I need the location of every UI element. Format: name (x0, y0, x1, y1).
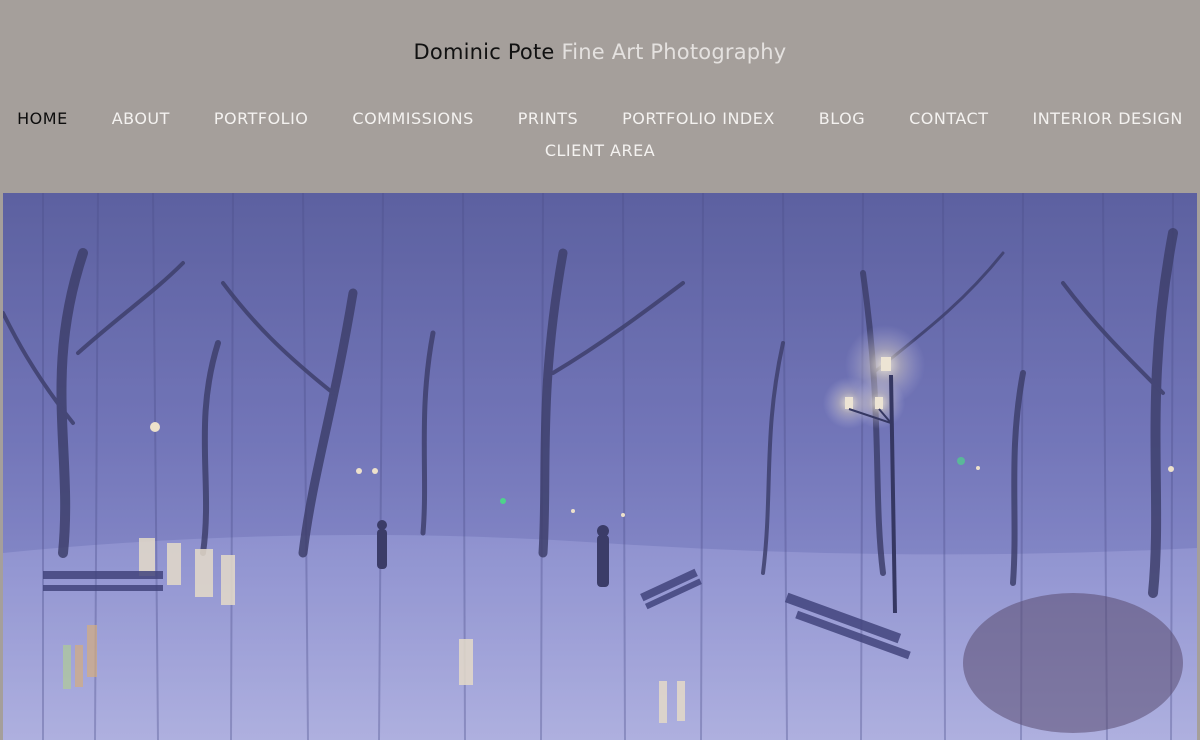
site-title[interactable]: Dominic Pote Fine Art Photography (0, 40, 1200, 64)
hero-image (3, 193, 1197, 740)
nav-contact[interactable]: CONTACT (887, 109, 1010, 129)
hero-photo-winter-park (3, 193, 1197, 740)
site-tagline[interactable]: Fine Art Photography (561, 40, 786, 64)
nav-client-area[interactable]: CLIENT AREA (523, 141, 677, 161)
nav-about[interactable]: ABOUT (90, 109, 192, 129)
nav-prints[interactable]: PRINTS (496, 109, 600, 129)
nav-home[interactable]: HOME (0, 109, 90, 129)
nav-portfolio-index[interactable]: PORTFOLIO INDEX (600, 109, 797, 129)
nav-portfolio[interactable]: PORTFOLIO (192, 109, 331, 129)
nav-row-2: CLIENT AREA (0, 141, 1200, 161)
nav-commissions[interactable]: COMMISSIONS (330, 109, 495, 129)
nav-blog[interactable]: BLOG (797, 109, 887, 129)
nav-row-1: HOME ABOUT PORTFOLIO COMMISSIONS PRINTS … (0, 109, 1200, 129)
site-name[interactable]: Dominic Pote (414, 40, 555, 64)
site-header: Dominic Pote Fine Art Photography HOME A… (0, 0, 1200, 193)
nav-interior-design[interactable]: INTERIOR DESIGN (1010, 109, 1200, 129)
